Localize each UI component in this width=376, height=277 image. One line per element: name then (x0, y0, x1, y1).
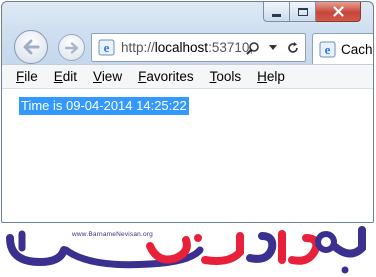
maximize-button[interactable] (290, 2, 316, 22)
menu-edit[interactable]: Edit (54, 69, 77, 84)
time-output-text[interactable]: Time is 09-04-2014 14:25:22 (19, 97, 189, 115)
window-caption-buttons (263, 2, 361, 23)
watermark-url: www.BarnameNevisan.org (72, 231, 153, 238)
svg-text:e: e (325, 42, 331, 57)
close-button[interactable] (316, 2, 361, 22)
minimize-icon (272, 13, 281, 17)
menu-tools[interactable]: Tools (210, 69, 242, 84)
tab-current[interactable]: e Cach (312, 33, 373, 64)
forward-button[interactable] (58, 34, 85, 61)
address-tools (245, 39, 301, 56)
browser-window: e http://localhost:53710, e Cach File Ed… (1, 1, 374, 223)
menu-help[interactable]: Help (257, 69, 285, 84)
refresh-icon[interactable] (285, 39, 301, 56)
maximize-icon (297, 7, 308, 16)
barnamenevisan-logo (6, 226, 366, 274)
ie-page-icon: e (319, 41, 336, 57)
dropdown-arrow-icon[interactable] (265, 39, 281, 56)
svg-text:e: e (104, 40, 110, 55)
address-bar[interactable]: e http://localhost:53710, (91, 33, 306, 62)
search-icon[interactable] (245, 39, 261, 56)
page-content: Time is 09-04-2014 14:25:22 (2, 89, 373, 222)
close-icon (332, 6, 344, 17)
menu-bar: File Edit View Favorites Tools Help (2, 64, 373, 89)
ie-page-icon: e (98, 39, 115, 56)
url-host: localhost (154, 40, 209, 55)
back-arrow-icon (23, 39, 40, 55)
url-text: http://localhost:53710, (121, 40, 253, 55)
url-prefix: http:// (121, 40, 155, 55)
menu-favorites[interactable]: Favorites (138, 69, 194, 84)
forward-arrow-icon (64, 41, 78, 54)
watermark-logo: www.BarnameNevisan.org (0, 224, 376, 277)
back-button[interactable] (14, 30, 48, 64)
minimize-button[interactable] (263, 2, 290, 22)
menu-file[interactable]: File (16, 69, 38, 84)
navigation-bar: e http://localhost:53710, e Cach (2, 30, 373, 64)
tab-label: Cach (341, 41, 373, 57)
menu-view[interactable]: View (93, 69, 122, 84)
